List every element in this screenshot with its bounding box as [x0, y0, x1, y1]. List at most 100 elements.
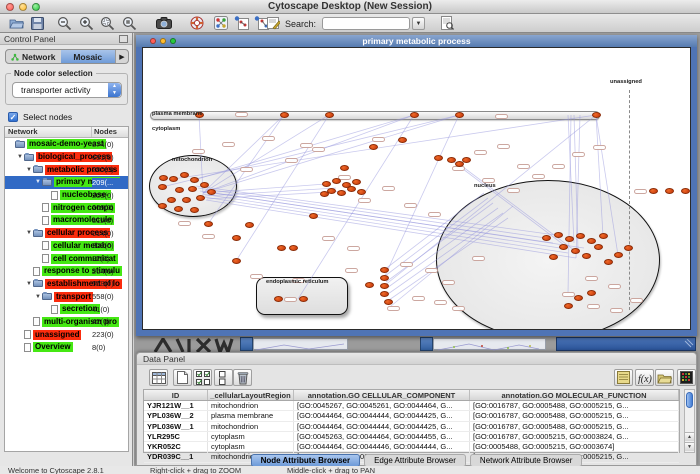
attribute-select-icon[interactable] — [149, 369, 168, 386]
graph-node[interactable] — [559, 244, 568, 250]
graph-node[interactable] — [380, 291, 389, 297]
graph-node[interactable] — [614, 252, 623, 258]
tab-mosaic[interactable]: Mosaic — [61, 50, 116, 63]
column-header-4[interactable]: annotation.GO MOLECULAR_FUNCTION — [470, 390, 679, 400]
matrix-heatmap-icon[interactable] — [677, 369, 696, 386]
snapshot-icon[interactable] — [155, 15, 173, 31]
graph-node[interactable] — [384, 299, 393, 305]
zoom-selected-icon[interactable] — [98, 15, 116, 31]
graph-node[interactable] — [681, 188, 690, 194]
graph-node[interactable] — [274, 296, 283, 302]
graph-node[interactable] — [455, 112, 464, 118]
graph-node[interactable] — [200, 182, 209, 188]
graph-node[interactable] — [245, 222, 254, 228]
graph-node[interactable] — [447, 157, 456, 163]
background-window-titlebar[interactable] — [420, 337, 433, 351]
graph-node[interactable] — [167, 197, 176, 203]
graph-node[interactable] — [190, 207, 199, 213]
graph-node[interactable] — [565, 236, 574, 242]
graph-node[interactable] — [599, 233, 608, 239]
graph-node[interactable] — [587, 238, 596, 244]
table-row[interactable]: YPL036W__1mitochondrion[GO:0044464, GO:0… — [144, 422, 679, 432]
float-panel-icon[interactable] — [119, 35, 128, 43]
graph-node[interactable] — [158, 184, 167, 190]
graph-node[interactable] — [380, 283, 389, 289]
network-window-titlebar[interactable]: primary metabolic process — [136, 35, 697, 47]
notepad-icon[interactable] — [614, 369, 633, 386]
graph-node[interactable] — [554, 232, 563, 238]
tree-item-overview[interactable]: Overview8(0) — [5, 341, 128, 354]
scroll-down-arrow[interactable]: ▼ — [685, 442, 694, 451]
tree-header-network[interactable]: Network — [5, 127, 92, 137]
tree-item-cell-communicat[interactable]: cell communicat22(0) — [5, 252, 128, 265]
node-color-dropdown[interactable]: transporter activity ▲▼ — [12, 82, 122, 98]
zoom-in-icon[interactable] — [77, 15, 95, 31]
graph-node[interactable] — [369, 144, 378, 150]
help-icon[interactable] — [188, 15, 206, 31]
graph-node[interactable] — [365, 282, 374, 288]
search-input[interactable] — [322, 17, 410, 30]
search-options-arrow[interactable]: ▼ — [412, 17, 425, 30]
tree-item-nucleobase-[interactable]: nucleobase-209(0) — [5, 189, 128, 202]
graph-node[interactable] — [434, 155, 443, 161]
select-all-attributes-icon[interactable] — [193, 369, 212, 386]
tree-item-transport[interactable]: ▼transport558(0) — [5, 290, 128, 303]
tree-item-cellular-process[interactable]: ▼cellular process614(0) — [5, 227, 128, 240]
graph-node[interactable] — [582, 253, 591, 259]
graph-node[interactable] — [159, 175, 168, 181]
expand-triangle-icon[interactable]: ▼ — [26, 167, 33, 173]
graph-node[interactable] — [332, 178, 341, 184]
graph-node[interactable] — [549, 254, 558, 260]
graph-node[interactable] — [180, 172, 189, 178]
app-titlebar[interactable]: Cytoscape Desktop (New Session) — [0, 0, 700, 14]
table-row[interactable]: YJR121W__1mitochondrion[GO:0045267, GO:0… — [144, 401, 679, 411]
expand-triangle-icon[interactable]: ▼ — [17, 154, 24, 160]
import-attributes-icon[interactable] — [655, 369, 674, 386]
tree-item-secretion[interactable]: secretion41(0) — [5, 303, 128, 316]
graph-node[interactable] — [320, 191, 329, 197]
select-nodes-checkbox[interactable]: ✓ — [8, 112, 18, 122]
graph-node[interactable] — [571, 248, 580, 254]
graph-node[interactable] — [462, 157, 471, 163]
search-report-icon[interactable] — [438, 15, 456, 31]
tree-item-multi-organism-pro[interactable]: multi-organism pro42(0) — [5, 316, 128, 329]
graph-node[interactable] — [280, 112, 289, 118]
graph-node[interactable] — [337, 190, 346, 196]
graph-node[interactable] — [574, 295, 583, 301]
zoom-out-icon[interactable] — [55, 15, 73, 31]
background-window-titlebar[interactable] — [556, 337, 696, 351]
graph-node[interactable] — [576, 233, 585, 239]
graph-node[interactable] — [190, 177, 199, 183]
expand-triangle-icon[interactable]: ▼ — [35, 294, 42, 300]
background-window-titlebar[interactable] — [240, 337, 253, 351]
scrollbar-thumb[interactable] — [686, 392, 693, 408]
tab-network[interactable]: Network — [6, 50, 61, 63]
tree-header-nodes[interactable]: Nodes — [92, 127, 128, 137]
column-header-2[interactable]: _cellularLayoutRegion — [208, 390, 294, 400]
graph-node[interactable] — [604, 259, 613, 265]
annotation-icon[interactable] — [264, 15, 282, 31]
table-row[interactable]: YKR052Ccytoplasm[GO:0044464, GO:0044446,… — [144, 442, 679, 452]
tree-item-nitrogen-compo[interactable]: nitrogen compo209(0) — [5, 201, 128, 214]
graph-node[interactable] — [347, 186, 356, 192]
graph-node[interactable] — [325, 112, 334, 118]
graph-node[interactable] — [169, 176, 178, 182]
tree-item-unassigned[interactable]: unassigned223(0) — [5, 328, 128, 341]
graph-node[interactable] — [232, 258, 241, 264]
tree-item-cellular-metabo[interactable]: cellular metabo209(0) — [5, 240, 128, 253]
graph-node[interactable] — [665, 188, 674, 194]
graph-node[interactable] — [158, 203, 167, 209]
graph-node[interactable] — [188, 186, 197, 192]
network-overview-icon[interactable] — [212, 15, 230, 31]
graph-node[interactable] — [564, 303, 573, 309]
graph-node[interactable] — [277, 245, 286, 251]
tree-item-establishment-of-lo[interactable]: ▼establishment of lo558(0) — [5, 278, 128, 291]
network-canvas[interactable]: plasma membrane cytoplasm mitochondrion … — [142, 47, 691, 330]
table-row[interactable]: YPL036W__2plasma membrane[GO:0044464, GO… — [144, 411, 679, 421]
graph-node[interactable] — [410, 112, 419, 118]
graph-node[interactable] — [380, 275, 389, 281]
graph-node[interactable] — [542, 235, 551, 241]
formula-fx-icon[interactable]: f(x) — [635, 369, 654, 386]
expand-triangle-icon[interactable]: ▼ — [26, 230, 33, 236]
zoom-fit-icon[interactable] — [120, 15, 138, 31]
